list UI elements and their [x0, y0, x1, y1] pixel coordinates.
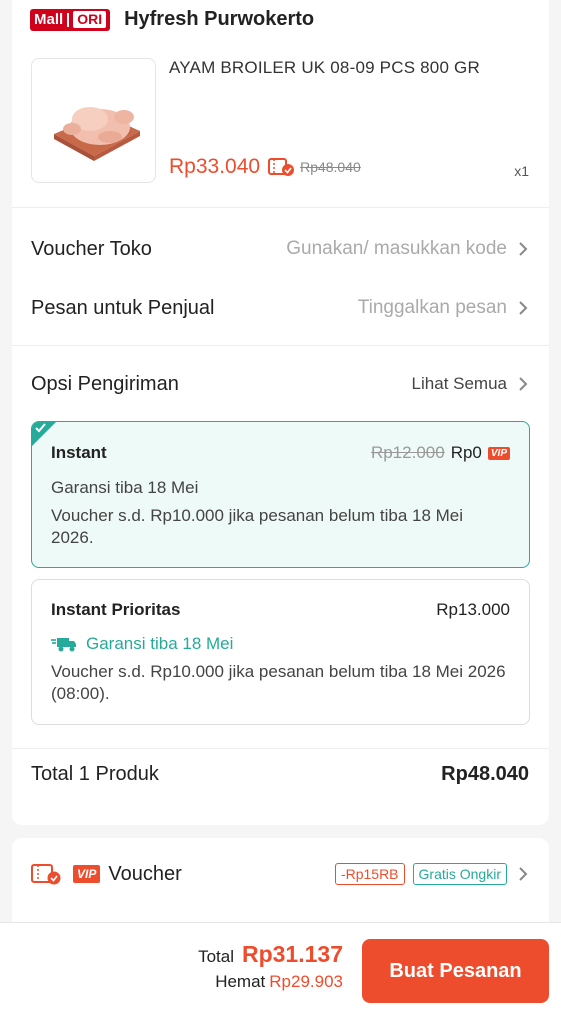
check-icon: [35, 423, 46, 433]
voucher-label: Voucher: [108, 862, 182, 885]
voucher-toko-hint: Gunakan/ masukkan kode: [286, 238, 507, 259]
chevron-right-icon: [519, 301, 528, 315]
message-input[interactable]: Tinggalkan pesan: [358, 297, 507, 319]
mall-ori-badge: Mall ORI: [30, 8, 111, 31]
total-products-row: Total 1 Produk Rp48.040: [31, 763, 529, 786]
chevron-right-icon: [519, 377, 528, 391]
message-label: Pesan untuk Penjual: [31, 296, 215, 319]
mall-label: Mall: [34, 10, 64, 28]
divider: [12, 207, 549, 208]
raw-chicken-image: [54, 107, 140, 161]
savings-value: Rp29.903: [269, 972, 343, 991]
product-quantity: x1: [514, 163, 529, 179]
shipping-price: Rp0: [450, 443, 482, 462]
chevron-right-icon: [519, 867, 528, 881]
voucher-row[interactable]: VIP Voucher -Rp15RB Gratis Ongkir: [31, 862, 529, 886]
ori-label: ORI: [73, 11, 107, 28]
product-image[interactable]: [31, 58, 156, 183]
order-summary: Total Rp31.137 Hemat Rp29.903: [198, 941, 343, 992]
fast-truck-icon: [51, 638, 76, 652]
product-original-price: Rp48.040: [300, 159, 361, 175]
discount-tag: -Rp15RB: [334, 863, 405, 885]
product-price: Rp33.040: [169, 155, 261, 178]
shipping-option-price-row: Rp12.000 Rp0 VIP: [371, 443, 510, 463]
total-label: Total: [198, 947, 234, 966]
see-all-label: Lihat Semua: [411, 374, 507, 393]
shipping-original-price: Rp12.000: [370, 443, 445, 462]
total-value: Rp31.137: [241, 941, 343, 967]
voucher-toko-label: Voucher Toko: [31, 237, 152, 260]
free-shipping-tag: Gratis Ongkir: [412, 863, 507, 885]
total-products-label: Total 1 Produk: [31, 763, 159, 785]
message-row[interactable]: Pesan untuk Penjual Tinggalkan pesan: [31, 294, 529, 322]
shipping-guarantee: Garansi tiba 18 Mei: [86, 634, 234, 653]
shipping-label: Opsi Pengiriman: [31, 372, 179, 395]
shipping-price: Rp13.000: [436, 600, 510, 619]
product-name[interactable]: AYAM BROILER UK 08-09 PCS 800 GR: [169, 58, 480, 78]
divider: [12, 345, 549, 346]
discount-voucher-icon: [268, 158, 295, 176]
divider: [12, 748, 549, 749]
voucher-toko-row[interactable]: Voucher Toko Gunakan/ masukkan kode: [31, 235, 529, 263]
order-card: Mall ORI Hyfresh Purwokerto AYAM BROILER…: [12, 0, 549, 825]
badge-separator: [67, 12, 70, 27]
shipping-option-name: Instant Prioritas: [51, 600, 181, 619]
vip-badge: VIP: [73, 865, 101, 883]
savings-label: Hemat: [215, 972, 266, 991]
see-all-link[interactable]: Lihat Semua: [412, 374, 529, 394]
shipping-option-priority[interactable]: Instant Prioritas Rp13.000 Garansi tiba …: [31, 579, 530, 725]
chevron-right-icon: [519, 242, 528, 256]
shipping-note: Voucher s.d. Rp10.000 jika pesanan belum…: [51, 506, 464, 547]
voucher-ticket-icon: [31, 864, 61, 885]
shipping-option-name: Instant: [51, 443, 107, 462]
shipping-note: Voucher s.d. Rp10.000 jika pesanan belum…: [51, 662, 506, 703]
shipping-guarantee: Garansi tiba 18 Mei: [51, 478, 199, 497]
vip-badge: VIP: [487, 446, 510, 460]
product-price-row: Rp33.040 Rp48.040: [169, 155, 361, 179]
checkout-bar: Total Rp31.137 Hemat Rp29.903 Buat Pesana…: [0, 922, 561, 1011]
shipping-header-row: Opsi Pengiriman Lihat Semua: [31, 370, 529, 398]
shipping-guarantee-row: Garansi tiba 18 Mei: [51, 634, 233, 654]
place-order-button[interactable]: Buat Pesanan: [362, 939, 549, 1003]
total-products-value: Rp48.040: [441, 763, 529, 785]
shipping-option-instant[interactable]: Instant Rp12.000 Rp0 VIP Garansi tiba 18…: [31, 421, 530, 568]
store-name[interactable]: Hyfresh Purwokerto: [124, 8, 314, 31]
store-header[interactable]: Mall ORI Hyfresh Purwokerto: [30, 8, 314, 31]
